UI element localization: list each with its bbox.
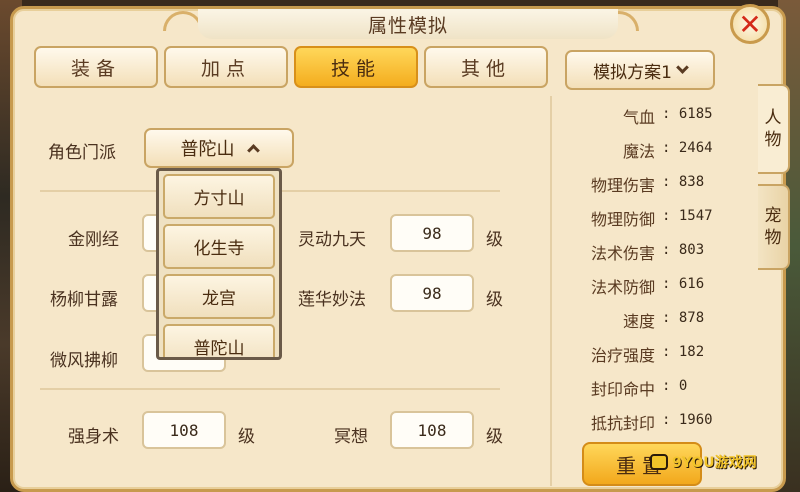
stat-number: 1960: [678, 412, 713, 428]
stat-separator: :: [662, 378, 671, 394]
scheme-dropdown[interactable]: 模拟方案1: [565, 50, 715, 90]
watermark-text: 9YOU游戏网: [672, 455, 757, 471]
stat-value: : 878: [662, 310, 704, 326]
site-watermark: 9YOU游戏网: [650, 452, 757, 472]
aux-skill-level-input[interactable]: 108: [390, 411, 474, 449]
tab-attribute-points[interactable]: 加点: [164, 46, 288, 88]
stat-separator: :: [662, 242, 671, 258]
close-button[interactable]: ✕: [730, 4, 770, 44]
side-tab-pet[interactable]: 宠 物: [758, 184, 790, 270]
sect-option[interactable]: 龙宫: [163, 274, 275, 319]
chevron-up-icon: [246, 144, 260, 157]
stat-value: : 838: [662, 174, 704, 190]
sect-option[interactable]: 方寸山: [163, 174, 275, 219]
level-unit: 级: [238, 427, 255, 447]
sect-option[interactable]: 化生寺: [163, 224, 275, 269]
corner-ornament-left: [163, 11, 203, 31]
stat-name: 魔法: [622, 142, 655, 161]
side-tab-pet-line2: 物: [764, 228, 782, 248]
tab-equipment[interactable]: 装备: [34, 46, 158, 88]
skill-label: 金刚经: [68, 230, 119, 250]
skill-label: 微风拂柳: [50, 351, 118, 371]
side-tab-character[interactable]: 人 物: [758, 84, 790, 174]
stat-name: 气血: [622, 108, 655, 127]
aux-skill-level-input[interactable]: 108: [142, 411, 226, 449]
stat-separator: :: [662, 140, 671, 156]
aux-skill-label: 冥想: [334, 427, 368, 447]
stat-value: : 1547: [662, 208, 713, 224]
sect-option-label: 普陀山: [193, 339, 245, 359]
sect-dropdown[interactable]: 普陀山: [144, 128, 294, 168]
skill-label: 灵动九天: [298, 230, 366, 250]
tab-attribute-points-label: 加点: [200, 57, 251, 80]
stat-separator: :: [662, 174, 671, 190]
close-icon: ✕: [738, 7, 762, 41]
stat-value: : 0: [662, 378, 687, 394]
side-tab-character-line1: 人: [764, 108, 782, 128]
stat-name: 物理防御: [590, 210, 655, 229]
sect-options-menu: 方寸山 化生寺 龙宫 普陀山: [156, 168, 282, 360]
tab-equipment-label: 装备: [70, 57, 121, 80]
sect-label: 角色门派: [48, 143, 116, 163]
stat-value: : 6185: [662, 106, 713, 122]
aux-skill-label: 强身术: [68, 427, 119, 447]
skill-label: 莲华妙法: [298, 290, 366, 310]
stat-separator: :: [662, 106, 671, 122]
stat-value: : 1960: [662, 412, 713, 428]
stat-number: 803: [678, 242, 705, 258]
side-tab-pet-line1: 宠: [764, 206, 782, 226]
stat-name: 速度: [622, 312, 655, 331]
stat-name: 封印命中: [590, 380, 655, 399]
tab-skills[interactable]: 技能: [294, 46, 418, 88]
stat-value: : 616: [662, 276, 704, 292]
stat-separator: :: [662, 208, 671, 224]
skill-label: 杨柳甘露: [50, 290, 118, 310]
tab-other-label: 其他: [460, 57, 511, 80]
gamepad-icon: [650, 454, 668, 470]
tab-other[interactable]: 其他: [424, 46, 548, 88]
stat-number: 616: [678, 276, 705, 292]
stat-name: 法术防御: [590, 278, 655, 297]
stat-number: 0: [678, 378, 688, 394]
aux-skill-level-value: 108: [169, 420, 199, 440]
skill-level-value: 98: [422, 223, 442, 243]
aux-skill-level-value: 108: [417, 420, 447, 440]
stat-separator: :: [662, 412, 671, 428]
window-title: 属性模拟: [198, 9, 618, 39]
stat-name: 法术伤害: [590, 244, 655, 263]
skill-level-value: 98: [422, 283, 442, 303]
sect-selected-value: 普陀山: [180, 139, 235, 160]
stat-number: 838: [678, 174, 705, 190]
divider-bottom: [40, 388, 500, 390]
tab-skills-label: 技能: [330, 57, 381, 80]
stat-number: 1547: [678, 208, 713, 224]
stat-name: 抵抗封印: [590, 414, 655, 433]
level-unit: 级: [486, 427, 503, 447]
stat-value: : 182: [662, 344, 704, 360]
sect-option-label: 化生寺: [193, 239, 245, 259]
scheme-dropdown-label: 模拟方案1: [593, 62, 672, 83]
stat-number: 182: [678, 344, 705, 360]
level-unit: 级: [486, 290, 503, 310]
stat-value: : 803: [662, 242, 704, 258]
side-tab-character-line2: 物: [764, 130, 782, 150]
stat-separator: :: [662, 310, 671, 326]
window-title-text: 属性模拟: [367, 14, 448, 37]
stat-number: 878: [678, 310, 705, 326]
stat-value: : 2464: [662, 140, 713, 156]
sect-option[interactable]: 普陀山: [163, 324, 275, 359]
stat-name: 物理伤害: [590, 176, 655, 195]
sect-option-label: 方寸山: [193, 189, 245, 209]
stat-number: 2464: [678, 140, 713, 156]
skill-level-input[interactable]: 98: [390, 214, 474, 252]
stat-separator: :: [662, 344, 671, 360]
stat-name: 治疗强度: [590, 346, 655, 365]
stat-separator: :: [662, 276, 671, 292]
skill-level-input[interactable]: 98: [390, 274, 474, 312]
stat-number: 6185: [678, 106, 713, 122]
chevron-down-icon: [676, 61, 689, 74]
level-unit: 级: [486, 230, 503, 250]
sect-option-label: 龙宫: [202, 289, 236, 309]
